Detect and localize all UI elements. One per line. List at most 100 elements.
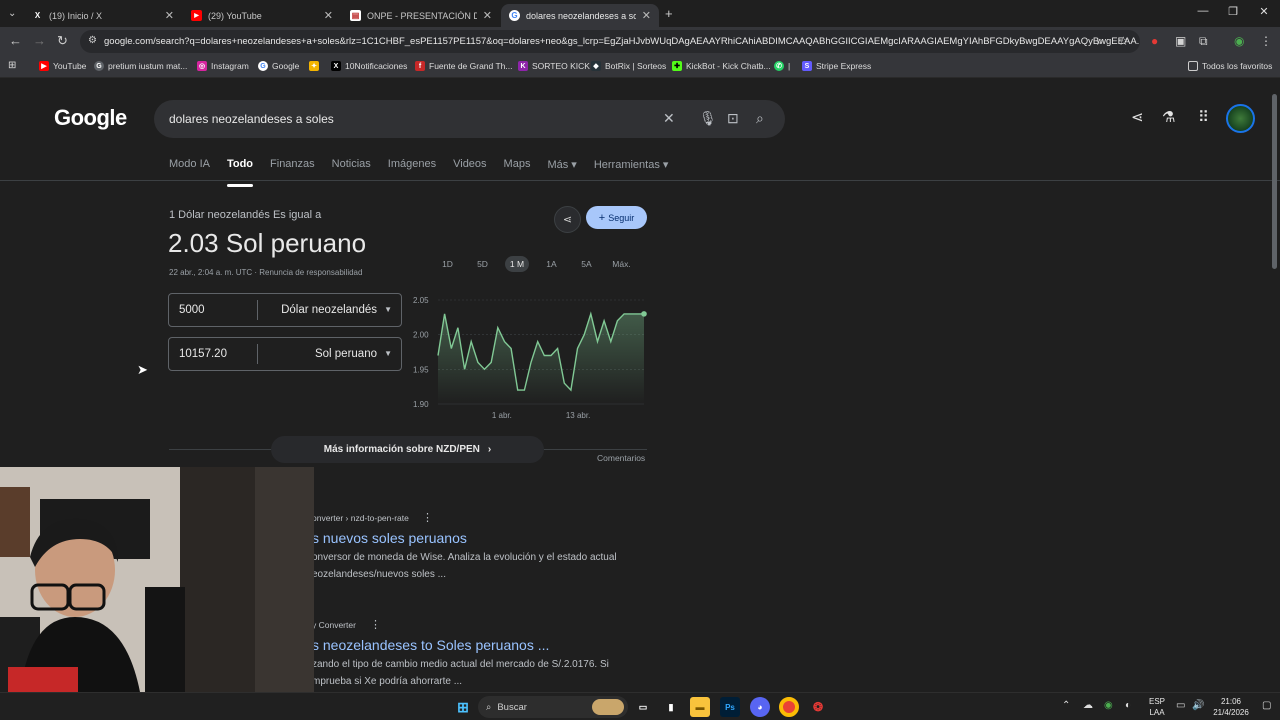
extension-icon[interactable]: ▣: [1175, 34, 1186, 48]
share-button[interactable]: ⋖: [554, 206, 581, 233]
labs-flask-icon[interactable]: ⚗: [1162, 108, 1175, 126]
range-max[interactable]: Máx.: [604, 256, 639, 272]
app-red-icon[interactable]: ❂: [808, 697, 828, 717]
notifications-icon[interactable]: ▢: [1262, 700, 1271, 711]
bookmark-whatsapp[interactable]: ✆ |: [774, 61, 790, 71]
tab-finanzas[interactable]: Finanzas: [270, 158, 315, 182]
result-title-link[interactable]: s nuevos soles peruanos: [312, 530, 467, 546]
tray-expand-icon[interactable]: ⌃: [1062, 700, 1070, 711]
more-options-icon[interactable]: ⋮: [370, 618, 381, 631]
tab-noticias[interactable]: Noticias: [332, 158, 371, 182]
bookmark-instagram[interactable]: ◎ Instagram: [197, 61, 249, 71]
tab-herramientas[interactable]: Herramientas ▾: [594, 158, 669, 182]
bookmark-sorteo-kick[interactable]: K SORTEO KICK: [518, 61, 590, 71]
to-amount-input[interactable]: 10157.20: [179, 348, 227, 360]
range-1m[interactable]: 1 M: [505, 256, 529, 272]
tab-google[interactable]: G dolares neozelandeses a soles ✕: [501, 4, 659, 27]
bookmark-stripe[interactable]: S Stripe Express: [802, 61, 871, 71]
task-view-icon[interactable]: ▭: [633, 697, 653, 717]
tray-cloud-icon[interactable]: ☁: [1083, 700, 1093, 711]
conversion-date[interactable]: 22 abr., 2:04 a. m. UTC · Renuncia de re…: [169, 268, 362, 277]
tab-search-icon[interactable]: ⌄: [8, 8, 16, 19]
tab-mas[interactable]: Más ▾: [547, 158, 576, 182]
tab-videos[interactable]: Videos: [453, 158, 486, 182]
close-tab-icon[interactable]: ✕: [324, 9, 333, 22]
result-title-link[interactable]: s neozelandeses to Soles peruanos ...: [312, 637, 549, 653]
restore-icon[interactable]: ❐: [1218, 5, 1248, 18]
result-cite[interactable]: y Converter: [312, 620, 356, 630]
bookmark-grand-theft[interactable]: f Fuente de Grand Th...: [415, 61, 512, 71]
all-bookmarks[interactable]: Todos los favoritos: [1188, 61, 1272, 71]
bookmark-kickbot[interactable]: ✚ KickBot - Kick Chatb...: [672, 61, 771, 71]
exchange-rate-chart[interactable]: 2.05 2.00 1.95 1.90 1 abr. 13 abr.: [410, 292, 650, 422]
bookmark-star-icon[interactable]: ☆: [1118, 34, 1129, 48]
scrollbar-thumb[interactable]: [1272, 94, 1277, 269]
tray-lock-icon[interactable]: ◐: [1125, 700, 1131, 711]
close-tab-icon[interactable]: ✕: [483, 9, 492, 22]
result-cite[interactable]: onverter › nzd-to-pen-rate: [312, 513, 409, 523]
follow-button[interactable]: + Seguir: [586, 206, 647, 229]
menu-icon[interactable]: ⋮: [1260, 34, 1272, 48]
google-logo[interactable]: Google: [54, 105, 127, 131]
site-info-icon[interactable]: ⚙: [88, 35, 97, 46]
volume-icon[interactable]: 🔊: [1192, 700, 1204, 711]
back-icon[interactable]: ←: [9, 33, 22, 48]
zoom-icon[interactable]: ⌕: [1097, 34, 1104, 49]
to-amount-field[interactable]: 10157.20 Sol peruano ▼: [168, 337, 402, 371]
extensions-puzzle-icon[interactable]: ⧉: [1199, 34, 1208, 49]
tab-todo[interactable]: Todo: [226, 158, 254, 187]
tab-onpe[interactable]: ▤ ONPE - PRESENTACIÓN DE RE ✕: [342, 4, 500, 27]
discord-icon[interactable]: ◕: [750, 697, 770, 717]
page-scrollbar[interactable]: [1270, 80, 1278, 692]
network-icon[interactable]: ▭: [1176, 700, 1185, 711]
range-5a[interactable]: 5A: [569, 256, 604, 272]
tab-modo-ia[interactable]: Modo IA: [169, 158, 210, 182]
bookmark-botrix[interactable]: ◆ BotRix | Sorteos: [591, 61, 666, 71]
apps-grid-icon[interactable]: ⠿: [1198, 108, 1209, 126]
range-1a[interactable]: 1A: [534, 256, 569, 272]
system-clock[interactable]: 21:06 21/4/2026: [1206, 696, 1256, 718]
range-5d[interactable]: 5D: [465, 256, 500, 272]
extension-red-icon[interactable]: ●: [1151, 34, 1158, 48]
from-amount-input[interactable]: 5000: [179, 304, 205, 316]
new-tab-button[interactable]: +: [665, 6, 673, 21]
profile-icon[interactable]: ◉: [1234, 34, 1244, 48]
more-options-icon[interactable]: ⋮: [422, 511, 433, 524]
tab-maps[interactable]: Maps: [504, 158, 531, 182]
from-amount-field[interactable]: 5000 Dólar neozelandés ▼: [168, 293, 402, 327]
reload-icon[interactable]: ↻: [57, 33, 68, 49]
search-input[interactable]: dolares neozelandeses a soles: [154, 100, 785, 138]
lens-icon[interactable]: ⊡: [727, 110, 739, 127]
microphone-icon[interactable]: 🎙: [699, 110, 717, 127]
close-tab-icon[interactable]: ✕: [642, 9, 651, 22]
search-icon[interactable]: ⌕: [756, 110, 764, 127]
tab-x[interactable]: X (19) Inicio / X ✕: [24, 4, 182, 27]
range-1d[interactable]: 1D: [430, 256, 465, 272]
bookmark-youtube[interactable]: ▶ YouTube: [39, 61, 86, 71]
photoshop-icon[interactable]: Ps: [720, 697, 740, 717]
chrome-icon[interactable]: [779, 697, 799, 717]
avatar[interactable]: [1226, 104, 1255, 133]
forward-icon[interactable]: →: [33, 33, 46, 48]
more-info-button[interactable]: Más información sobre NZD/PEN ›: [271, 436, 544, 463]
windows-start-icon[interactable]: ⊞: [453, 697, 473, 717]
address-bar[interactable]: ⚙ google.com/search?q=dolares+neozelande…: [80, 30, 1140, 53]
app-icon[interactable]: ▮: [661, 697, 681, 717]
close-tab-icon[interactable]: ✕: [165, 9, 174, 22]
share-icon[interactable]: ⋖: [1131, 108, 1144, 126]
file-explorer-icon[interactable]: ▬: [690, 697, 710, 717]
close-window-icon[interactable]: ✕: [1249, 5, 1279, 18]
bookmark-pretium[interactable]: Gpretium iustum mat...: [94, 61, 187, 71]
language-indicator[interactable]: ESP LAA: [1146, 696, 1168, 718]
tray-app-icon[interactable]: ◉: [1104, 700, 1113, 711]
clear-icon[interactable]: ✕: [663, 110, 675, 127]
from-currency-select[interactable]: Dólar neozelandés: [281, 304, 377, 316]
bookmark-google[interactable]: G Google: [258, 61, 299, 71]
to-currency-select[interactable]: Sol peruano: [315, 348, 377, 360]
tab-youtube[interactable]: ▶ (29) YouTube ✕: [183, 4, 341, 27]
taskbar-search[interactable]: ⌕ Buscar: [478, 696, 628, 718]
tab-imagenes[interactable]: Imágenes: [388, 158, 436, 182]
bookmark-notifications[interactable]: X 10Notificaciones: [331, 61, 407, 71]
apps-icon[interactable]: ⊞: [8, 60, 16, 71]
bookmark-colorful[interactable]: ✦: [309, 61, 323, 71]
